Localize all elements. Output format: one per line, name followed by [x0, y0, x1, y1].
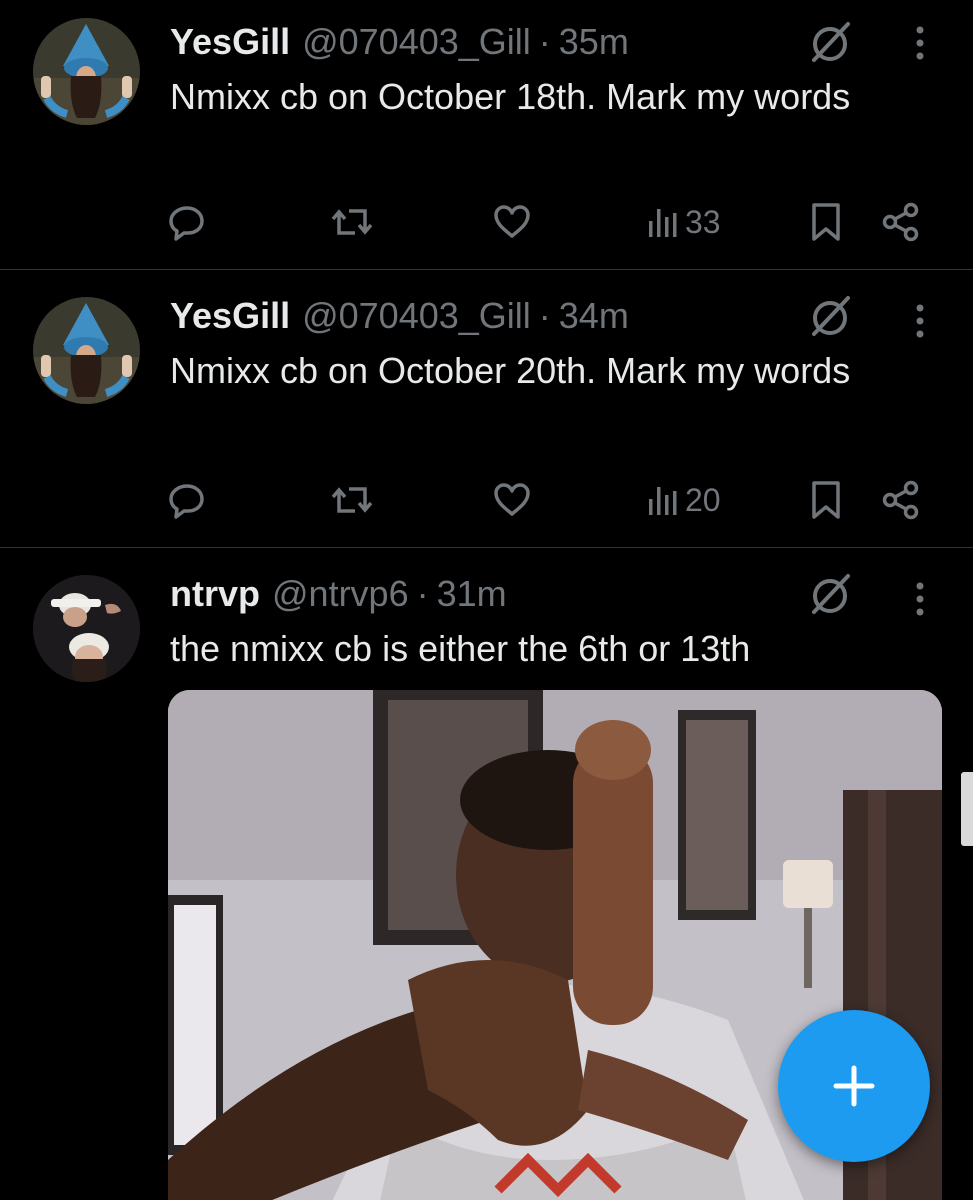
reply-icon	[169, 206, 204, 241]
display-name[interactable]: YesGill	[170, 18, 290, 66]
tweet[interactable]: YesGill @070403_Gill · 35m Nmixx cb on O…	[0, 0, 973, 270]
display-name[interactable]: ntrvp	[170, 570, 260, 618]
display-name[interactable]: YesGill	[170, 292, 290, 340]
timestamp[interactable]: 31m	[437, 570, 507, 618]
like-button[interactable]	[491, 470, 533, 530]
retweet-button[interactable]	[329, 192, 375, 252]
views-icon	[649, 209, 677, 237]
tweet-header: YesGill @070403_Gill · 34m	[170, 292, 629, 340]
username[interactable]: @070403_Gill	[302, 292, 531, 340]
username[interactable]: @070403_Gill	[302, 18, 531, 66]
bookmark-icon	[812, 203, 840, 241]
retweet-icon	[331, 209, 373, 235]
reply-icon	[169, 484, 204, 519]
tweet-header: YesGill @070403_Gill · 35m	[170, 18, 629, 66]
share-button[interactable]	[880, 192, 922, 252]
tweet-actions: 20	[0, 470, 973, 530]
separator: ·	[538, 295, 551, 336]
avatar[interactable]	[33, 18, 140, 125]
views-count: 33	[685, 203, 721, 240]
retweet-icon	[331, 487, 373, 513]
tweet-text[interactable]: Nmixx cb on October 20th. Mark my words	[170, 344, 870, 398]
scrollbar-thumb[interactable]	[961, 772, 973, 846]
grok-icon[interactable]	[806, 292, 854, 340]
username[interactable]: @ntrvp6	[272, 570, 409, 618]
tweet[interactable]: YesGill @070403_Gill · 34m Nmixx cb on O…	[0, 270, 973, 548]
bookmark-button[interactable]	[806, 470, 846, 530]
avatar[interactable]	[33, 575, 140, 682]
more-icon[interactable]	[900, 574, 940, 622]
like-icon	[494, 483, 530, 516]
reply-button[interactable]	[166, 470, 208, 530]
bookmark-button[interactable]	[806, 192, 846, 252]
tweet-actions: 33	[0, 192, 973, 252]
tweet-header: ntrvp @ntrvp6 · 31m	[170, 570, 507, 618]
timeline-feed[interactable]: YesGill @070403_Gill · 35m Nmixx cb on O…	[0, 0, 973, 1200]
views-button[interactable]: 33	[645, 192, 721, 252]
bookmark-icon	[812, 481, 840, 519]
grok-icon[interactable]	[806, 570, 854, 618]
separator: ·	[416, 573, 429, 614]
compose-button[interactable]	[778, 1010, 930, 1162]
tweet-text[interactable]: the nmixx cb is either the 6th or 13th	[170, 622, 870, 676]
views-count: 20	[685, 481, 721, 518]
more-icon[interactable]	[900, 18, 940, 66]
share-icon	[882, 480, 919, 520]
like-button[interactable]	[491, 192, 533, 252]
tweet-text[interactable]: Nmixx cb on October 18th. Mark my words	[170, 70, 870, 124]
more-icon[interactable]	[900, 296, 940, 344]
plus-icon	[833, 1065, 875, 1107]
views-button[interactable]: 20	[645, 470, 721, 530]
retweet-button[interactable]	[329, 470, 375, 530]
timestamp[interactable]: 35m	[559, 18, 629, 66]
share-button[interactable]	[880, 470, 922, 530]
separator: ·	[538, 21, 551, 62]
timestamp[interactable]: 34m	[559, 292, 629, 340]
like-icon	[494, 205, 530, 238]
share-icon	[882, 202, 919, 242]
views-icon	[649, 487, 677, 515]
grok-icon[interactable]	[806, 18, 854, 66]
avatar[interactable]	[33, 297, 140, 404]
reply-button[interactable]	[166, 192, 208, 252]
